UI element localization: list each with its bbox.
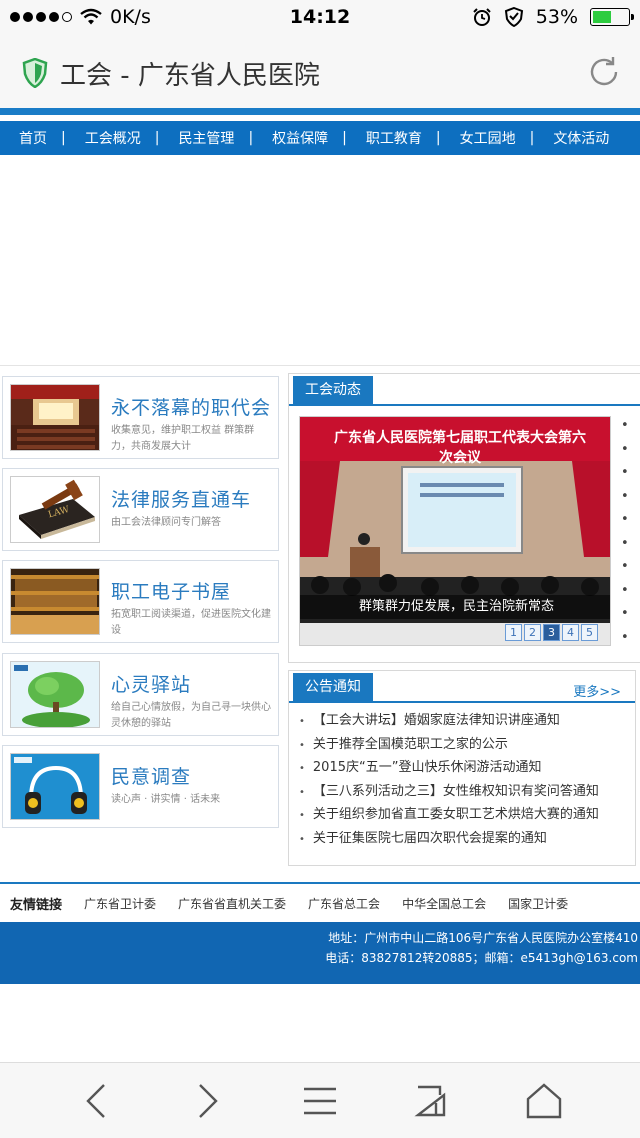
reload-icon[interactable] — [586, 54, 622, 90]
banner-area — [0, 160, 640, 366]
card-title: 职工电子书屋 — [111, 581, 232, 603]
nav-item[interactable]: 文体活动 — [534, 128, 623, 148]
news-panel: 工会动态 广东省人民医院第七届职工代表大会第六次会议 群策群力促发展，民主治院新… — [288, 373, 640, 663]
card-subtitle: 读心声 · 讲实情 · 话未来 — [111, 794, 221, 805]
pager-button[interactable]: 5 — [581, 624, 598, 641]
library-image — [10, 568, 100, 635]
card-soul[interactable]: 心灵驿站 给自己心情放假，为自己寻一块供心灵休憩的驿站 — [2, 653, 279, 736]
card-subtitle: 收集意见，维护职工权益 群策群力，共商发展大计 — [111, 425, 255, 452]
notice-item[interactable]: 2015庆“五一”登山快乐休闲游活动通知 — [299, 756, 599, 780]
friend-links-label: 友情链接 — [10, 897, 63, 913]
green-tree-image — [10, 661, 100, 728]
status-bar: 0K/s 14:12 53% — [0, 0, 640, 36]
friend-link[interactable]: 中华全国总工会 — [402, 895, 486, 912]
friend-links: 友情链接 广东省卫计委 广东省省直机关工委 广东省总工会 中华全国总工会 国家卫计委 — [0, 882, 640, 922]
back-icon[interactable] — [84, 1083, 108, 1119]
news-slideshow[interactable]: 广东省人民医院第七届职工代表大会第六次会议 群策群力促发展，民主治院新常态 12… — [299, 416, 611, 646]
card-title: 永不落幕的职代会 — [111, 397, 272, 419]
nav-item[interactable]: 民主管理 — [159, 128, 248, 148]
nav-item[interactable]: 女工园地 — [441, 128, 530, 148]
pager-button[interactable]: 4 — [562, 624, 579, 641]
card-subtitle: 由工会法律顾问专门解答 — [111, 517, 221, 528]
browser-title-bar[interactable]: 工会 - 广东省人民医院 — [0, 36, 640, 108]
nav-item[interactable]: 权益保障 — [253, 128, 342, 148]
tab-underline — [289, 701, 635, 703]
law-book-image: LAW — [10, 476, 100, 543]
footer-address: 地址：广州市中山二路106号广东省人民医院办公室楼410 — [328, 931, 638, 945]
notice-item[interactable]: 【工会大讲坛】婚姻家庭法律知识讲座通知 — [299, 709, 599, 733]
more-link[interactable]: 更多>> — [573, 681, 621, 700]
tab-notices[interactable]: 公告通知 — [293, 673, 373, 701]
main-nav: 首页 | 工会概况 | 民主管理 | 权益保障 | 职工教育 | 女工园地 | 文体活动 — [0, 121, 640, 155]
secure-shield-icon — [22, 58, 48, 88]
card-legal[interactable]: LAW 法律服务直通车 由工会法律顾问专门解答 — [2, 468, 279, 551]
congress-hall-image — [10, 384, 100, 451]
notice-item[interactable]: 关于组织参加省直工委女职工艺术烘焙大赛的通知 — [299, 803, 599, 827]
notice-item[interactable]: 【三八系列活动之三】女性维权知识有奖问答通知 — [299, 780, 599, 804]
card-subtitle: 拓宽职工阅读渠道，促进医院文化建设 — [111, 609, 271, 636]
footer-contact: 电话：83827812转20885；邮箱：e5413gh@163.com — [325, 951, 638, 965]
nav-item[interactable]: 首页 — [0, 128, 61, 148]
tab-union-news[interactable]: 工会动态 — [293, 376, 373, 404]
battery-percent: 53% — [535, 6, 578, 28]
vpn-shield-icon — [504, 7, 523, 27]
card-title: 民意调查 — [111, 766, 192, 788]
notice-list: 【工会大讲坛】婚姻家庭法律知识讲座通知关于推荐全国模范职工之家的公示2015庆“… — [299, 709, 599, 850]
tabs-icon[interactable] — [414, 1083, 448, 1119]
pager-button[interactable]: 1 — [505, 624, 522, 641]
friend-link[interactable]: 广东省卫计委 — [84, 895, 156, 912]
notice-item[interactable]: 关于推荐全国模范职工之家的公示 — [299, 733, 599, 757]
battery-icon — [590, 8, 634, 26]
home-icon[interactable] — [526, 1083, 562, 1119]
nav-item[interactable]: 工会概况 — [66, 128, 155, 148]
forward-icon[interactable] — [196, 1083, 220, 1119]
pager-button[interactable]: 2 — [524, 624, 541, 641]
nav-item[interactable]: 职工教育 — [347, 128, 436, 148]
slideshow-pager: 12345 — [505, 624, 598, 641]
news-side-bullets: • • • • • • • • • • — [621, 418, 629, 645]
headphones-image — [10, 753, 100, 820]
pager-button[interactable]: 3 — [543, 624, 560, 641]
card-congress[interactable]: 永不落幕的职代会 收集意见，维护职工权益 群策群力，共商发展大计 — [2, 376, 279, 459]
card-title: 法律服务直通车 — [111, 489, 252, 511]
notice-item[interactable]: 关于征集医院七届四次职代会提案的通知 — [299, 827, 599, 851]
photo-banner-text: 广东省人民医院第七届职工代表大会第六次会议 — [334, 430, 586, 466]
page-title: 工会 - 广东省人民医院 — [60, 61, 320, 91]
notice-panel: 公告通知 更多>> 【工会大讲坛】婚姻家庭法律知识讲座通知关于推荐全国模范职工之… — [288, 670, 636, 866]
card-subtitle: 给自己心情放假，为自己寻一块供心灵休憩的驿站 — [111, 702, 271, 729]
photo-caption: 群策群力促发展，民主治院新常态 — [300, 595, 610, 619]
card-survey[interactable]: 民意调查 读心声 · 讲实情 · 话未来 — [2, 745, 279, 828]
card-ebook[interactable]: 职工电子书屋 拓宽职工阅读渠道，促进医院文化建设 — [2, 560, 279, 643]
alarm-icon — [473, 8, 491, 26]
page-footer: 地址：广州市中山二路106号广东省人民医院办公室楼410 电话：83827812… — [0, 922, 640, 984]
tab-underline — [289, 404, 640, 406]
card-title: 心灵驿站 — [111, 674, 192, 696]
friend-link[interactable]: 国家卫计委 — [508, 895, 568, 912]
browser-toolbar — [0, 1062, 640, 1138]
friend-link[interactable]: 广东省总工会 — [308, 895, 380, 912]
friend-link[interactable]: 广东省省直机关工委 — [178, 895, 286, 912]
header-stripe — [0, 108, 640, 118]
menu-icon[interactable] — [302, 1083, 338, 1119]
